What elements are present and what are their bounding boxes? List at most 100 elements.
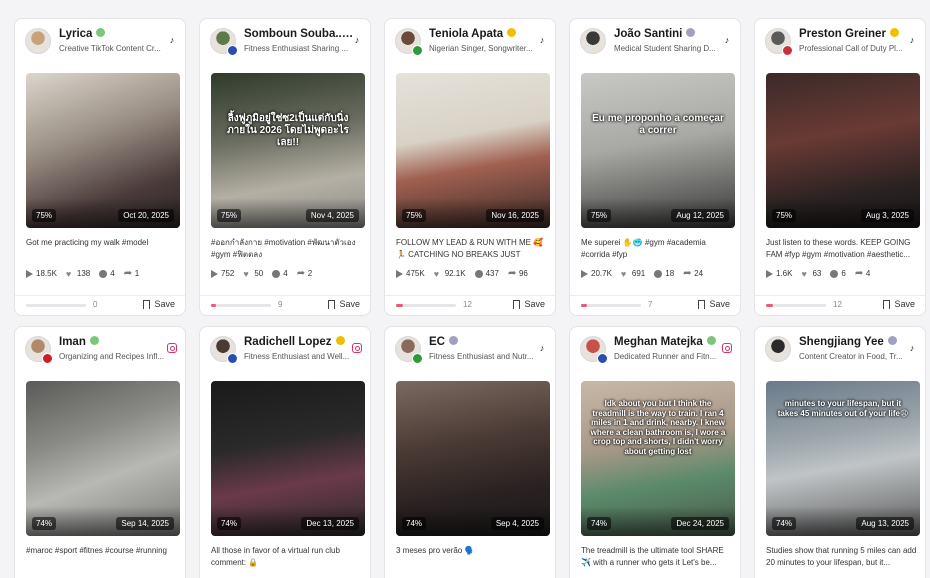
video-thumbnail[interactable]: 75% Nov 16, 2025 xyxy=(396,73,550,228)
match-score-badge: 75% xyxy=(32,209,57,222)
creator-bio: Dedicated Runner and Fitn... xyxy=(614,352,717,361)
card-header: Teniola Apata Nigerian Singer, Songwriter… xyxy=(395,27,547,57)
likes-stat: ♥ 92.1K xyxy=(434,269,466,278)
creator-card[interactable]: Preston Greiner Professional Call of Duty… xyxy=(754,18,926,316)
avatar[interactable] xyxy=(25,28,51,54)
video-thumbnail[interactable]: 75% Aug 3, 2025 xyxy=(766,73,920,228)
creator-card[interactable]: Lyrica Creative TikTok Content Cr... ♪ 75% O… xyxy=(14,18,186,316)
views-stat: 18.5K xyxy=(26,269,57,278)
card-footer: 9 Save xyxy=(200,295,370,315)
creator-card[interactable]: João Santini Medical Student Sharing D...… xyxy=(569,18,741,316)
comments-stat: 4 xyxy=(99,269,115,278)
save-button[interactable]: Save xyxy=(513,299,545,309)
share-icon: ➦ xyxy=(507,267,517,279)
shares-stat: ➦ 96 xyxy=(507,267,528,279)
tiktok-icon[interactable]: ♪ xyxy=(352,35,362,45)
country-flag-icon xyxy=(227,353,238,364)
likes-stat: ♥ 50 xyxy=(243,269,263,278)
tiktok-icon[interactable]: ♪ xyxy=(907,343,917,353)
match-score-badge: 75% xyxy=(587,209,612,222)
verified-badge-icon xyxy=(889,28,899,37)
thumbnail-caption-overlay: Idk about you but I think the treadmill … xyxy=(590,399,726,456)
video-thumbnail[interactable]: 74% Dec 13, 2025 xyxy=(211,381,365,536)
save-button[interactable]: Save xyxy=(883,299,915,309)
video-thumbnail[interactable]: 75% Oct 20, 2025 xyxy=(26,73,180,228)
video-thumbnail[interactable]: Eu me proponho a começar a correr 75% Aug … xyxy=(581,73,735,228)
views-stat: 475K xyxy=(396,269,425,278)
comments-stat: 4 xyxy=(272,269,288,278)
creator-card-grid: Lyrica Creative TikTok Content Cr... ♪ 75% O… xyxy=(14,18,926,578)
country-flag-icon xyxy=(412,353,423,364)
shares-count: 2 xyxy=(307,269,313,278)
post-date: Aug 13, 2025 xyxy=(856,517,914,530)
item-count: 7 xyxy=(648,300,653,309)
creator-card[interactable]: Iman Organizing and Recipes Infl... 74% Sep… xyxy=(14,326,186,578)
creator-card[interactable]: Radichell Lopez Fitness Enthusiast and We… xyxy=(199,326,371,578)
item-count: 9 xyxy=(278,300,283,309)
creator-name[interactable]: Somboun Souba... xyxy=(244,28,356,40)
progress-bar xyxy=(26,304,86,307)
creator-name[interactable]: Radichell Lopez xyxy=(244,336,345,348)
progress-bar xyxy=(211,304,271,307)
verified-badge-icon xyxy=(887,336,897,345)
save-button[interactable]: Save xyxy=(328,299,360,309)
match-score-badge: 75% xyxy=(217,209,242,222)
creator-name[interactable]: Preston Greiner xyxy=(799,28,899,40)
match-score-badge: 74% xyxy=(217,517,242,530)
creator-card[interactable]: EC Fitness Enthusiast and Nutr... ♪ 74% Sep … xyxy=(384,326,556,578)
shares-stat: ➦ 2 xyxy=(297,268,313,278)
verified-badge-icon xyxy=(335,336,345,345)
creator-bio: Organizing and Recipes Infl... xyxy=(59,352,164,361)
tiktok-icon[interactable]: ♪ xyxy=(167,35,177,45)
match-score-badge: 74% xyxy=(772,517,797,530)
views-count: 20.7K xyxy=(591,269,612,278)
save-label: Save xyxy=(709,299,730,309)
likes-count: 92.1K xyxy=(444,269,466,278)
creator-card[interactable]: Somboun Souba... Fitness Enthusiast Shari… xyxy=(199,18,371,316)
instagram-icon[interactable] xyxy=(352,343,362,353)
thumbnail-caption-overlay: minutes to your lifespan, but it takes 4… xyxy=(777,399,909,418)
video-thumbnail[interactable]: 74% Sep 4, 2025 xyxy=(396,381,550,536)
tiktok-icon[interactable]: ♪ xyxy=(907,35,917,45)
creator-card[interactable]: Shengjiang Yee Content Creator in Food, T… xyxy=(754,326,926,578)
avatar[interactable] xyxy=(765,336,791,362)
avatar[interactable] xyxy=(580,28,606,54)
bookmark-icon xyxy=(328,299,336,309)
creator-bio: Professional Call of Duty Pl... xyxy=(799,44,903,53)
creator-name[interactable]: EC xyxy=(429,336,458,348)
verified-badge-icon xyxy=(706,336,716,345)
item-count: 12 xyxy=(833,300,842,309)
share-icon: ➦ xyxy=(123,267,133,279)
creator-name[interactable]: Lyrica xyxy=(59,28,106,40)
shares-count: 4 xyxy=(865,269,871,278)
tiktok-icon[interactable]: ♪ xyxy=(722,35,732,45)
video-thumbnail[interactable]: minutes to your lifespan, but it takes 4… xyxy=(766,381,920,536)
card-header: Preston Greiner Professional Call of Duty… xyxy=(765,27,917,57)
views-count: 752 xyxy=(221,269,235,278)
bookmark-icon xyxy=(143,299,151,309)
tiktok-icon[interactable]: ♪ xyxy=(537,35,547,45)
save-button[interactable]: Save xyxy=(143,299,175,309)
creator-name[interactable]: Meghan Matejka xyxy=(614,336,716,348)
country-flag-icon xyxy=(227,45,238,56)
creator-card[interactable]: Teniola Apata Nigerian Singer, Songwriter… xyxy=(384,18,556,316)
video-thumbnail[interactable]: 74% Sep 14, 2025 xyxy=(26,381,180,536)
match-score-badge: 74% xyxy=(587,517,612,530)
comments-stat: 18 xyxy=(654,269,674,278)
save-button[interactable]: Save xyxy=(698,299,730,309)
creator-card[interactable]: Meghan Matejka Dedicated Runner and Fitn.… xyxy=(569,326,741,578)
creator-name[interactable]: Shengjiang Yee xyxy=(799,336,897,348)
creator-name[interactable]: João Santini xyxy=(614,28,696,40)
thumbnail-caption-overlay: Eu me proponho a começar a correr xyxy=(592,113,724,136)
creator-name[interactable]: Teniola Apata xyxy=(429,28,517,40)
creator-name[interactable]: Iman xyxy=(59,336,99,348)
instagram-icon[interactable] xyxy=(167,343,177,353)
likes-count: 138 xyxy=(76,269,91,278)
creator-bio: Medical Student Sharing D... xyxy=(614,44,716,53)
video-thumbnail[interactable]: Idk about you but I think the treadmill … xyxy=(581,381,735,536)
card-header: Lyrica Creative TikTok Content Cr... ♪ xyxy=(25,27,177,57)
tiktok-icon[interactable]: ♪ xyxy=(537,343,547,353)
video-thumbnail[interactable]: ลิ้งฟูภูมิอยู่ใช่ซ2เป็นแต่กับนิ่ง ภายใน … xyxy=(211,73,365,228)
instagram-icon[interactable] xyxy=(722,343,732,353)
views-count: 18.5K xyxy=(36,269,57,278)
